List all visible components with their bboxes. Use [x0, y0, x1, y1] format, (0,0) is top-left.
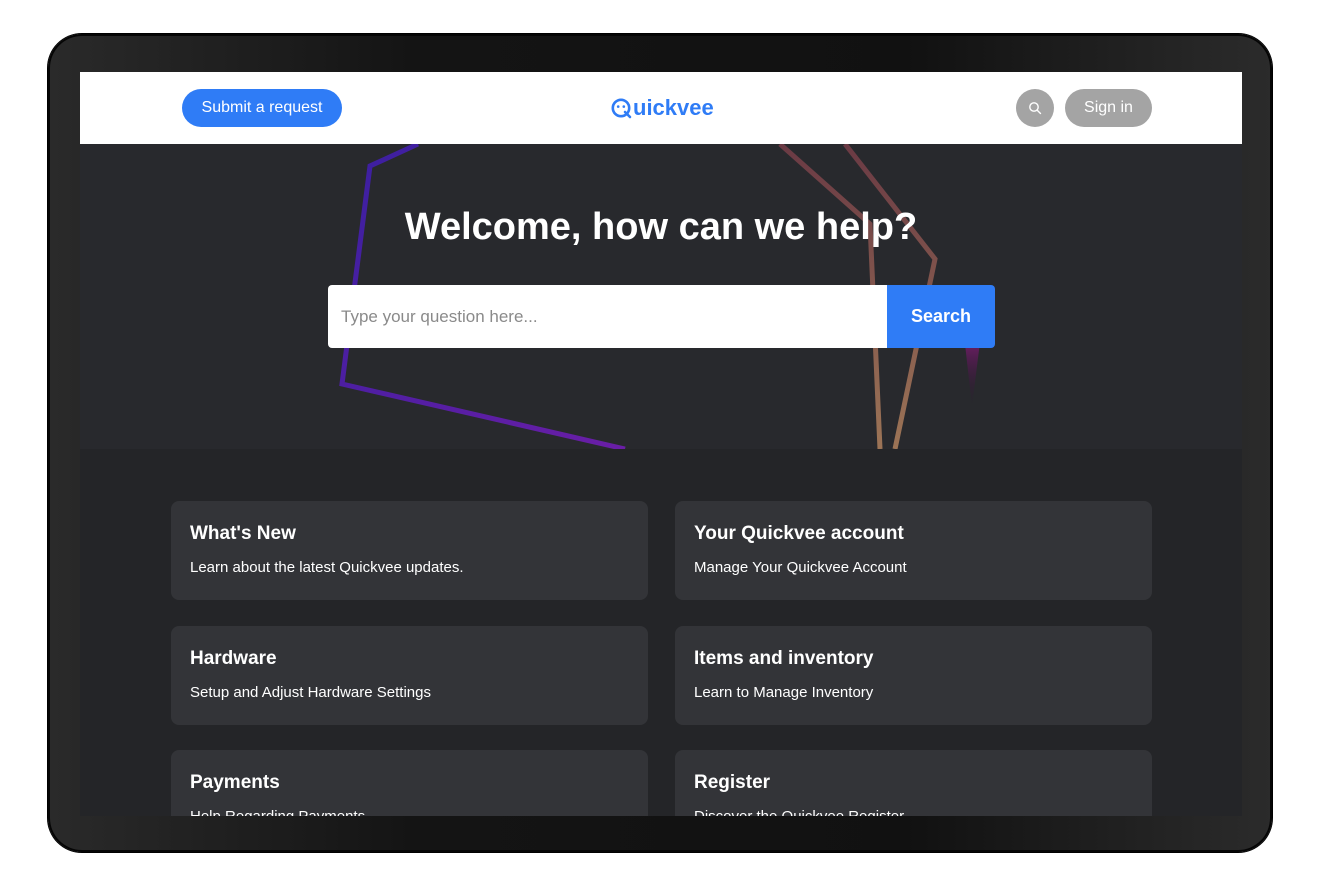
- category-title: Hardware: [190, 648, 277, 669]
- sign-in-button[interactable]: Sign in: [1065, 89, 1152, 127]
- hero-section: Welcome, how can we help? Search: [80, 144, 1242, 449]
- submit-request-button[interactable]: Submit a request: [182, 89, 342, 127]
- header-search-button[interactable]: [1016, 89, 1054, 127]
- category-card-hardware[interactable]: Hardware Setup and Adjust Hardware Setti…: [171, 626, 648, 725]
- search-input[interactable]: [328, 285, 887, 348]
- category-card-quickvee-account[interactable]: Your Quickvee account Manage Your Quickv…: [675, 501, 1152, 600]
- category-description: Learn to Manage Inventory: [694, 684, 874, 701]
- help-center-page: Submit a request uickvee Sign in Welcome…: [80, 72, 1242, 816]
- quickvee-logo-icon: [611, 98, 632, 119]
- logo-text: uickvee: [633, 95, 714, 120]
- category-description: Manage Your Quickvee Account: [694, 559, 907, 576]
- top-navigation-bar: Submit a request uickvee Sign in: [80, 72, 1242, 144]
- category-title: Your Quickvee account: [694, 523, 904, 544]
- quickvee-logo[interactable]: uickvee: [610, 92, 714, 124]
- category-title: Register: [694, 772, 771, 793]
- category-card-whats-new[interactable]: What's New Learn about the latest Quickv…: [171, 501, 648, 600]
- search-button[interactable]: Search: [887, 285, 995, 348]
- category-card-items-inventory[interactable]: Items and inventory Learn to Manage Inve…: [675, 626, 1152, 725]
- category-description: Learn about the latest Quickvee updates.: [190, 559, 464, 576]
- category-description: Help Regarding Payments: [190, 807, 365, 816]
- category-description: Setup and Adjust Hardware Settings: [190, 684, 431, 701]
- category-card-payments[interactable]: Payments Help Regarding Payments: [171, 750, 648, 816]
- page-title: Welcome, how can we help?: [404, 206, 918, 248]
- category-card-register[interactable]: Register Discover the Quickvee Register: [675, 750, 1152, 816]
- search-icon: [1029, 102, 1042, 115]
- category-title: Payments: [190, 772, 280, 793]
- category-description: Discover the Quickvee Register: [694, 807, 904, 816]
- category-title: What's New: [190, 523, 296, 544]
- category-title: Items and inventory: [694, 648, 874, 669]
